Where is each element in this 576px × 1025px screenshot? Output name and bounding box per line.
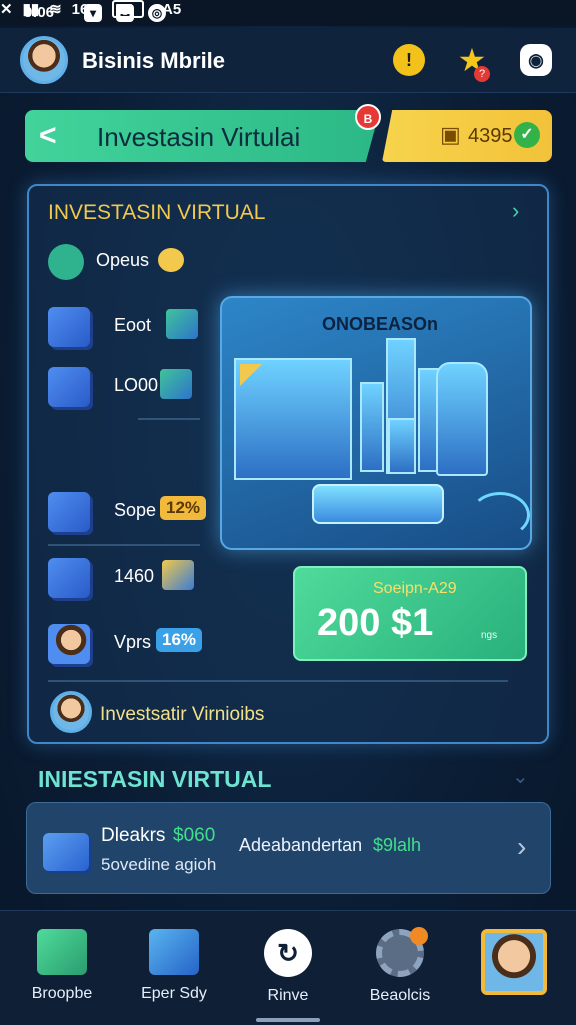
panel-footer-label[interactable]: Investsatir Virnioibs (100, 704, 264, 726)
coin-value: 4395 (468, 125, 513, 147)
nav-item-eper-sdy[interactable]: Eper Sdy (122, 929, 226, 1019)
percent-badge: 12% (160, 496, 207, 520)
package-icon (43, 833, 89, 871)
app-header: Bisinis Mbrile ! ★ ? ◉ (0, 28, 576, 93)
back-button[interactable]: < (39, 119, 57, 153)
illustration-title: ONOBEASOn (322, 314, 439, 334)
city-illustration: ONOBEASOn (220, 296, 532, 550)
panel-title: INVESTASIN VIRTUAL (48, 201, 266, 224)
nav-label: Broopbe (31, 985, 93, 1002)
investor-avatar (50, 691, 92, 733)
notification-icon: ▾ (84, 4, 102, 22)
tower-icon (388, 418, 416, 474)
check-box-icon (162, 560, 194, 590)
bottom-nav: Broopbe Eper Sdy ↻ Rinve Beaolcis (0, 910, 576, 1025)
divider (48, 680, 508, 682)
nav-item-beaolcis[interactable]: Beaolcis (348, 929, 452, 1019)
chevron-right-icon[interactable]: › (512, 198, 519, 224)
mute-icon: ✕ (0, 1, 13, 18)
list-item-sope[interactable]: Sope 12% (48, 492, 208, 532)
row-label: Sope (114, 500, 157, 520)
percent-badge: 16% (156, 628, 203, 652)
page-banner: < Investasin Virtulai (25, 110, 380, 162)
nav-label: Eper Sdy (141, 985, 207, 1002)
profile-avatar (481, 929, 547, 995)
coin-bag-icon: ▣ (440, 122, 461, 147)
investment-amount-card[interactable]: Soeipn-A29 200 $1 ngs (293, 566, 527, 661)
row-label: LO00 (114, 375, 159, 395)
amount-caption: Soeipn-A29 (373, 580, 457, 597)
divider (138, 418, 200, 420)
list-item-eoot[interactable]: Eoot (48, 307, 208, 347)
battery-icon (111, 0, 144, 18)
notification-badge (410, 927, 428, 945)
platform-icon (312, 484, 444, 524)
flag-icon (240, 364, 262, 386)
list-item-loo[interactable]: LO00 (48, 367, 208, 407)
card-subtitle: 5ovedine agioh (101, 855, 217, 874)
app-icon: ◎ (148, 4, 166, 22)
tower-icon (360, 382, 384, 472)
card-value: $060 (173, 825, 216, 846)
list-item-1460[interactable]: 1460 (48, 558, 208, 598)
coins-icon (158, 248, 184, 272)
row-label: Opeus (96, 250, 150, 270)
chevron-right-icon[interactable]: › (517, 831, 526, 863)
storage-icon (48, 367, 90, 407)
profile-avatar[interactable] (20, 36, 68, 84)
server-icon (48, 307, 90, 347)
alert-button[interactable]: ! (393, 44, 425, 76)
box-icon (37, 929, 87, 975)
card-mid-value: $9lalh (373, 835, 422, 855)
cash-register-icon (48, 558, 90, 598)
stack-icon (48, 492, 90, 532)
card-mid-label: Adeabandertan (239, 835, 363, 855)
cylinder-tower-icon (436, 362, 488, 476)
status-time: 9:06 (24, 4, 55, 21)
investor-avatar-icon (48, 624, 90, 664)
row-label: 1460 (114, 566, 155, 586)
coin-balance[interactable]: ▣ 4395 ✓ (382, 110, 552, 162)
home-indicator (256, 1018, 320, 1022)
section-title: INIESTASIN VIRTUAL (38, 766, 272, 792)
nav-label: Beaolcis (369, 987, 431, 1004)
nav-item-broopbe[interactable]: Broopbe (10, 929, 114, 1019)
divider (48, 544, 200, 546)
row-label: Eoot (114, 315, 152, 335)
chart-box-icon (166, 309, 198, 339)
nav-label: Rinve (267, 987, 309, 1004)
investment-card[interactable]: Dleakrs $060 5ovedine agioh Adeabanderta… (26, 802, 551, 894)
list-item-opeus[interactable]: Opeus (48, 242, 208, 282)
amount-note: ngs (481, 630, 498, 641)
app-title: Bisinis Mbrile (82, 48, 226, 73)
orbit-icon (470, 492, 530, 538)
row-label: Vprs (114, 632, 152, 652)
amount-value: 200 $1 (317, 602, 434, 644)
page-title: Investasin Virtulai (97, 122, 301, 152)
nav-item-profile[interactable] (462, 929, 566, 1019)
chat-button[interactable]: ◉ (520, 44, 552, 76)
status-bar: 9:06 ▾ ✉ ◎ ✕ ▮▮ ≋ 16% 0A5 (0, 0, 576, 26)
refresh-icon (48, 244, 84, 280)
wallet-icon (160, 369, 192, 399)
rewards-badge: ? (474, 66, 490, 82)
banner-badge: B (355, 104, 381, 130)
card-title: Dleakrs (101, 825, 166, 846)
nav-item-rinve[interactable]: ↻ Rinve (236, 929, 340, 1019)
refresh-icon: ↻ (264, 929, 312, 977)
check-icon: ✓ (514, 122, 540, 148)
list-item-vprs[interactable]: Vprs 16% (48, 624, 208, 664)
chevron-down-icon[interactable]: ⌄ (512, 764, 529, 789)
envelope-icon (149, 929, 199, 975)
